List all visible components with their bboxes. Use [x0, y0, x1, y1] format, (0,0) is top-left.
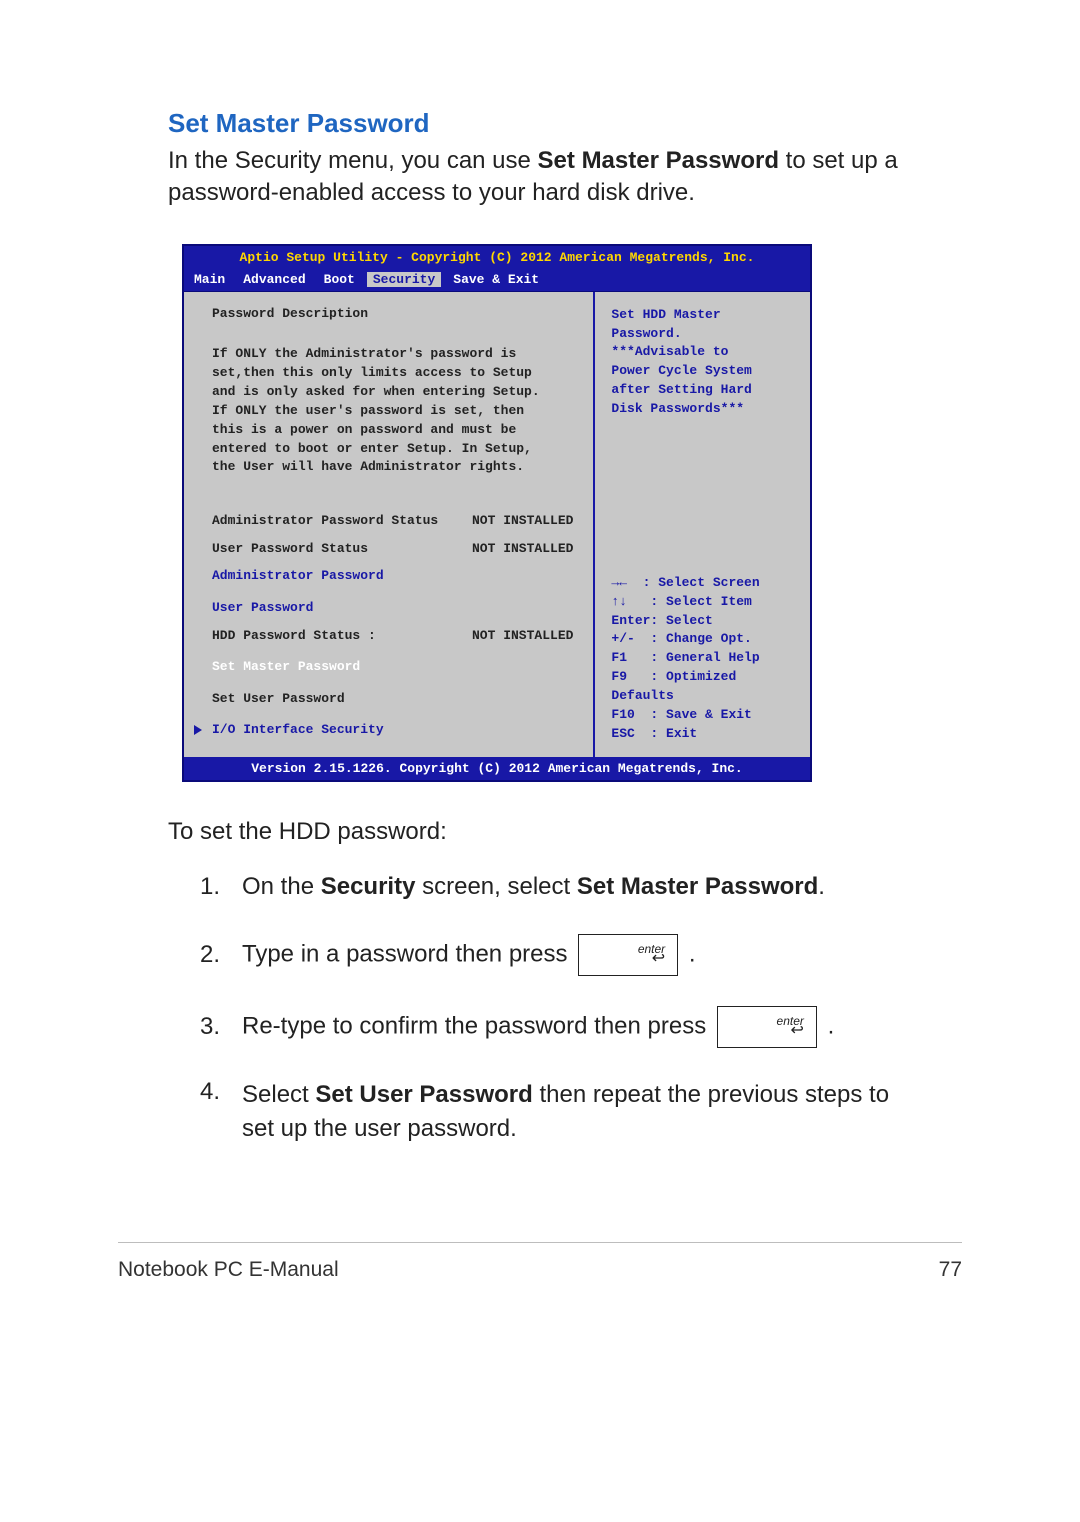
bios-desc-line: this is a power on password and must be [212, 421, 573, 440]
step-3: 3. Re-type to confirm the password then … [200, 1006, 912, 1048]
page-footer: Notebook PC E-Manual 77 [118, 1258, 962, 1282]
bios-desc-line: the User will have Administrator rights. [212, 458, 573, 477]
help-line: Password. [611, 325, 794, 344]
bios-io-security-label: I/O Interface Security [212, 722, 384, 737]
step-4: 4. Select Set User Password then repeat … [200, 1078, 912, 1145]
key-line: ↑↓ : Select Item [611, 593, 794, 612]
row-value: NOT INSTALLED [472, 628, 573, 644]
t: Re-type to confirm the password then pre… [242, 1012, 713, 1039]
bios-set-user-password: Set User Password [212, 691, 573, 707]
key-line: +/- : Change Opt. [611, 630, 794, 649]
bios-user-password: User Password [212, 600, 573, 616]
bios-set-master-password: Set Master Password [212, 659, 573, 675]
footer-left: Notebook PC E-Manual [118, 1258, 339, 1282]
bios-help-top: Set HDD Master Password. ***Advisable to… [611, 306, 794, 419]
bios-admin-pw-status: Administrator Password Status NOT INSTAL… [212, 513, 573, 529]
step-2: 2. Type in a password then press enter ↩… [200, 934, 912, 976]
bios-tab-security: Security [367, 272, 441, 287]
section-title: Set Master Password [168, 108, 912, 139]
step-number: 1. [200, 873, 242, 901]
key-line: →← : Select Screen [611, 574, 794, 593]
help-line: Disk Passwords*** [611, 400, 794, 419]
step-number: 4. [200, 1078, 242, 1106]
bios-desc-line: entered to boot or enter Setup. In Setup… [212, 440, 573, 459]
t-bold: Security [321, 873, 416, 900]
bios-footer: Version 2.15.1226. Copyright (C) 2012 Am… [184, 757, 810, 780]
bios-screenshot: Aptio Setup Utility - Copyright (C) 2012… [182, 244, 812, 783]
enter-key-icon: enter ↩ [717, 1006, 817, 1048]
enter-key-icon: enter ↩ [578, 934, 678, 976]
step-text: Select Set User Password then repeat the… [242, 1078, 912, 1145]
help-line: after Setting Hard [611, 381, 794, 400]
bios-desc-line: set,then this only limits access to Setu… [212, 364, 573, 383]
bios-admin-password: Administrator Password [212, 568, 573, 584]
row-value: NOT INSTALLED [472, 541, 573, 557]
bios-tab-advanced: Advanced [243, 272, 305, 287]
footer-page-number: 77 [939, 1258, 962, 1282]
intro-text-1: In the Security menu, you can use [168, 147, 538, 174]
step-text: On the Security screen, select Set Maste… [242, 870, 825, 904]
help-line: Set HDD Master [611, 306, 794, 325]
help-line: ***Advisable to [611, 343, 794, 362]
bios-pw-desc-heading: Password Description [212, 306, 573, 322]
step-text: Type in a password then press enter ↩ . [242, 934, 696, 976]
bios-header: Aptio Setup Utility - Copyright (C) 2012… [184, 246, 810, 269]
step-1: 1. On the Security screen, select Set Ma… [200, 870, 912, 904]
step-text: Re-type to confirm the password then pre… [242, 1006, 834, 1048]
key-line: Enter: Select [611, 612, 794, 631]
t: . [818, 873, 825, 900]
row-label: User Password Status [212, 541, 472, 557]
bios-user-pw-status: User Password Status NOT INSTALLED [212, 541, 573, 557]
footer-rule [118, 1242, 962, 1243]
enter-arrow-icon: ↩ [790, 1023, 803, 1039]
bios-desc-line: If ONLY the user's password is set, then [212, 402, 573, 421]
t: . [828, 1012, 835, 1039]
bios-tab-boot: Boot [324, 272, 355, 287]
key-line: Defaults [611, 687, 794, 706]
t: . [689, 940, 696, 967]
step-number: 3. [200, 1013, 242, 1041]
intro-bold: Set Master Password [538, 147, 779, 174]
bios-desc-line: and is only asked for when entering Setu… [212, 383, 573, 402]
bios-help-keys: →← : Select Screen ↑↓ : Select Item Ente… [611, 574, 794, 744]
t-bold: Set Master Password [577, 873, 818, 900]
submenu-arrow-icon [194, 725, 202, 735]
bios-io-security: I/O Interface Security [194, 722, 573, 737]
bios-right-pane: Set HDD Master Password. ***Advisable to… [595, 292, 810, 758]
bios-left-pane: Password Description If ONLY the Adminis… [184, 292, 595, 758]
bios-tabs: Main Advanced Boot Security Save & Exit [184, 269, 810, 291]
help-line: Power Cycle System [611, 362, 794, 381]
t-bold: Set User Password [315, 1081, 532, 1108]
key-line: F1 : General Help [611, 649, 794, 668]
key-line: F10 : Save & Exit [611, 706, 794, 725]
t: screen, select [415, 873, 576, 900]
step-number: 2. [200, 941, 242, 969]
t: Type in a password then press [242, 940, 574, 967]
enter-arrow-icon: ↩ [652, 951, 665, 967]
subheading: To set the HDD password: [168, 818, 912, 846]
intro-paragraph: In the Security menu, you can use Set Ma… [168, 145, 912, 210]
row-label: Administrator Password Status [212, 513, 472, 529]
row-value: NOT INSTALLED [472, 513, 573, 529]
bios-body: Password Description If ONLY the Adminis… [184, 291, 810, 758]
key-line: ESC : Exit [611, 725, 794, 744]
bios-desc-line: If ONLY the Administrator's password is [212, 345, 573, 364]
bios-hdd-pw-status: HDD Password Status : NOT INSTALLED [212, 628, 573, 644]
row-label: HDD Password Status : [212, 628, 472, 644]
key-line: F9 : Optimized [611, 668, 794, 687]
t: On the [242, 873, 321, 900]
steps-list: 1. On the Security screen, select Set Ma… [200, 870, 912, 1145]
bios-tab-save-exit: Save & Exit [453, 272, 539, 287]
t: Select [242, 1081, 315, 1108]
bios-tab-main: Main [194, 272, 225, 287]
